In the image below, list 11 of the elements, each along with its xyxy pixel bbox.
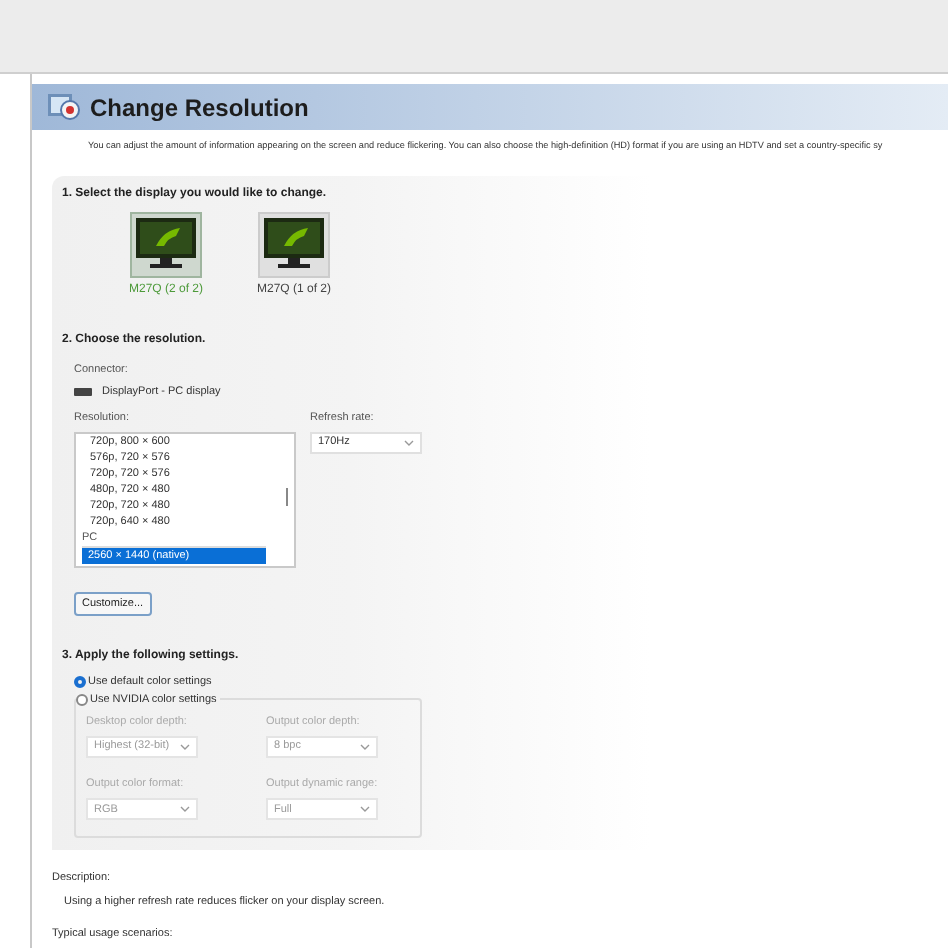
chevron-icon: [404, 439, 414, 446]
monitor-tile[interactable]: [258, 212, 330, 278]
display-settings-icon: [48, 92, 80, 122]
port-icon: [74, 388, 92, 397]
monitor-tile[interactable]: [130, 212, 202, 278]
chevron-icon: [180, 744, 190, 750]
chevron-icon: [180, 806, 190, 813]
chevron-icon: [360, 806, 370, 813]
scrollbar-thumb[interactable]: [286, 487, 288, 506]
page-title: Change Resolution: [90, 91, 309, 125]
chevron-icon: [360, 744, 370, 750]
